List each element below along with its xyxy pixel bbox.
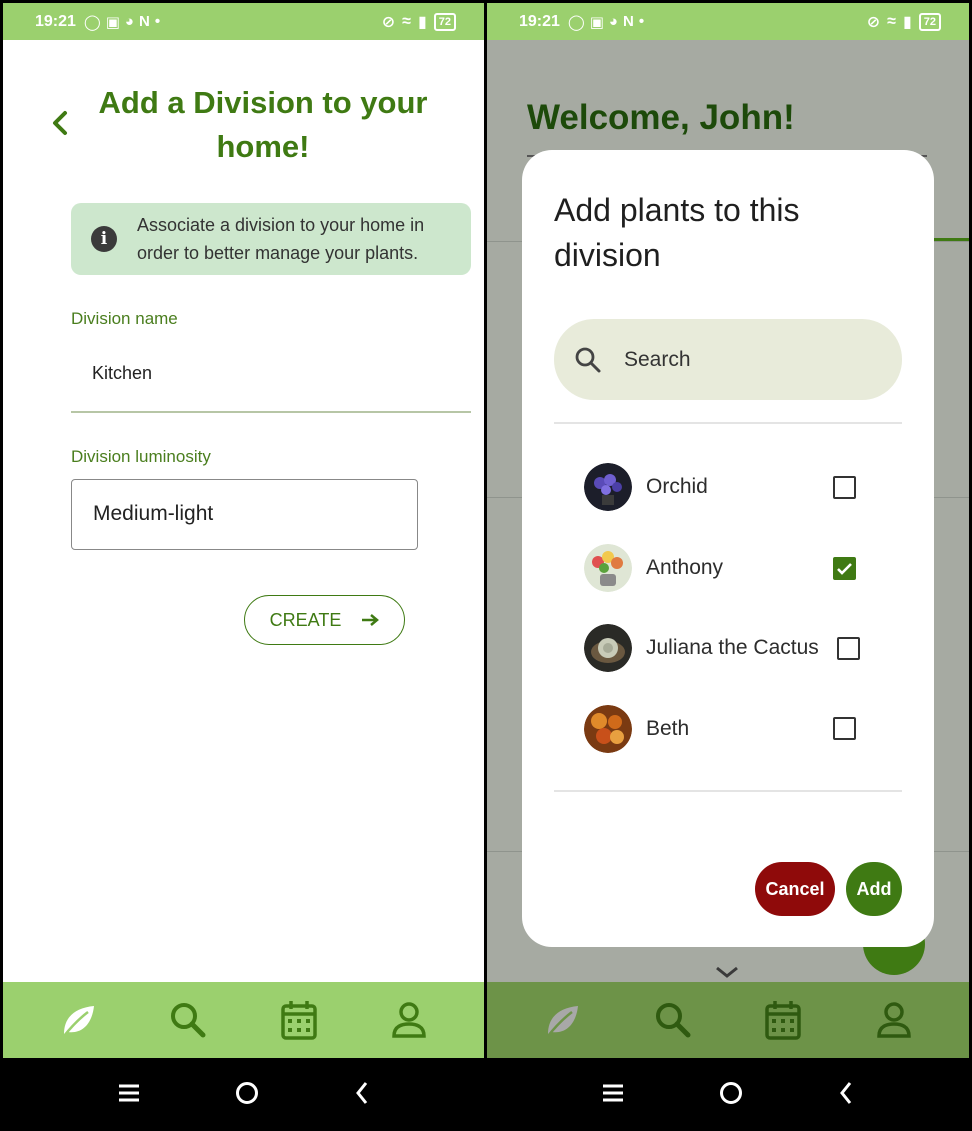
notification-dot: • [154,13,161,30]
status-bar: 19:21 ◯ ▣ ◕ N • ⊘ ≈ ▮ 72 [3,3,484,40]
add-plants-dialog: Add plants to this division Search Orchi… [522,150,934,947]
plant-name: Juliana the Cactus [646,636,819,659]
create-button[interactable]: CREATE [244,595,405,645]
arrow-right-icon [362,614,380,626]
list-divider-bottom [554,790,902,792]
search-icon [575,347,601,372]
calendar-icon[interactable] [760,997,806,1043]
battery-icon: 72 [433,12,456,31]
home-circle-icon[interactable] [235,1081,259,1105]
status-time: 19:21 [519,12,560,30]
plant-avatar [584,544,632,592]
list-item[interactable]: Orchid [584,461,874,513]
wifi-icon: ≈ [887,12,896,30]
system-nav-bar [3,1058,484,1128]
list-item[interactable]: Anthony [584,542,874,594]
leaf-icon[interactable] [55,997,101,1043]
plant-checkbox[interactable] [833,476,856,499]
mute-icon: ⊘ [381,13,396,31]
plant-avatar [584,463,632,511]
instagram-icon: ▣ [589,13,604,31]
page-title: Add a Division to your home! [98,85,428,164]
plant-name: Orchid [646,475,708,498]
wifi-icon: ≈ [402,12,411,30]
whatsapp-icon: ◯ [567,13,585,31]
plant-checkbox[interactable] [837,637,860,660]
plant-avatar [584,624,632,672]
add-division-screen: 19:21 ◯ ▣ ◕ N • ⊘ ≈ ▮ 72 Add a Division … [3,3,484,1128]
division-name-underline [71,411,471,413]
bottom-nav [487,982,969,1058]
whatsapp-icon: ◯ [83,13,101,31]
division-name-label: Division name [71,309,178,328]
signal-icon: ▮ [417,13,427,31]
status-time: 19:21 [35,12,76,30]
division-name-input[interactable]: Kitchen [92,363,152,384]
cancel-button[interactable]: Cancel [755,862,835,916]
mute-icon: ⊘ [866,13,881,31]
instagram-icon: ▣ [105,13,120,31]
bottom-nav [3,982,484,1058]
recent-apps-icon[interactable] [118,1084,140,1102]
plant-checkbox-checked[interactable] [833,557,856,580]
signal-icon: ▮ [902,13,912,31]
home-circle-icon[interactable] [719,1081,743,1105]
plant-name: Anthony [646,556,724,579]
info-text: Associate a division to your home in ord… [137,215,425,263]
list-item[interactable]: Beth [584,703,874,755]
add-plants-dialog-screen: 19:21 ◯ ▣ ◕ N • ⊘ ≈ ▮ 72 Welcome, John! … [487,3,969,1128]
dialog-title: Add plants to this division [554,192,800,273]
calendar-icon[interactable] [276,997,322,1043]
search-input[interactable]: Search [554,319,902,400]
luminosity-label: Division luminosity [71,447,211,466]
list-item[interactable]: Juliana the Cactus [584,622,874,674]
info-icon: i [91,226,117,252]
food-icon: ◕ [608,13,618,30]
plant-avatar [584,705,632,753]
recent-apps-icon[interactable] [602,1084,624,1102]
system-nav-bar [487,1058,969,1128]
chevron-down-icon [716,966,738,978]
netflix-icon: N [622,13,634,30]
plant-checkbox[interactable] [833,717,856,740]
system-back-icon[interactable] [354,1081,370,1105]
create-button-label: CREATE [269,609,342,630]
plant-name: Beth [646,717,690,740]
info-banner: i Associate a division to your home in o… [71,203,471,275]
search-icon[interactable] [165,997,211,1043]
status-bar: 19:21 ◯ ▣ ◕ N • ⊘ ≈ ▮ 72 [487,3,969,40]
notification-dot: • [638,13,645,30]
list-divider-top [554,422,902,424]
checkmark-icon [837,562,852,575]
luminosity-select[interactable]: Medium-light [71,479,418,550]
profile-icon[interactable] [871,997,917,1043]
system-back-icon[interactable] [838,1081,854,1105]
leaf-icon[interactable] [539,997,585,1043]
search-icon[interactable] [650,997,696,1043]
back-chevron-icon[interactable] [47,103,75,143]
search-placeholder: Search [624,347,691,371]
battery-icon: 72 [918,12,941,31]
add-button[interactable]: Add [846,862,902,916]
food-icon: ◕ [124,13,134,30]
profile-icon[interactable] [386,997,432,1043]
welcome-heading: Welcome, John! [527,98,795,137]
netflix-icon: N [138,13,150,30]
